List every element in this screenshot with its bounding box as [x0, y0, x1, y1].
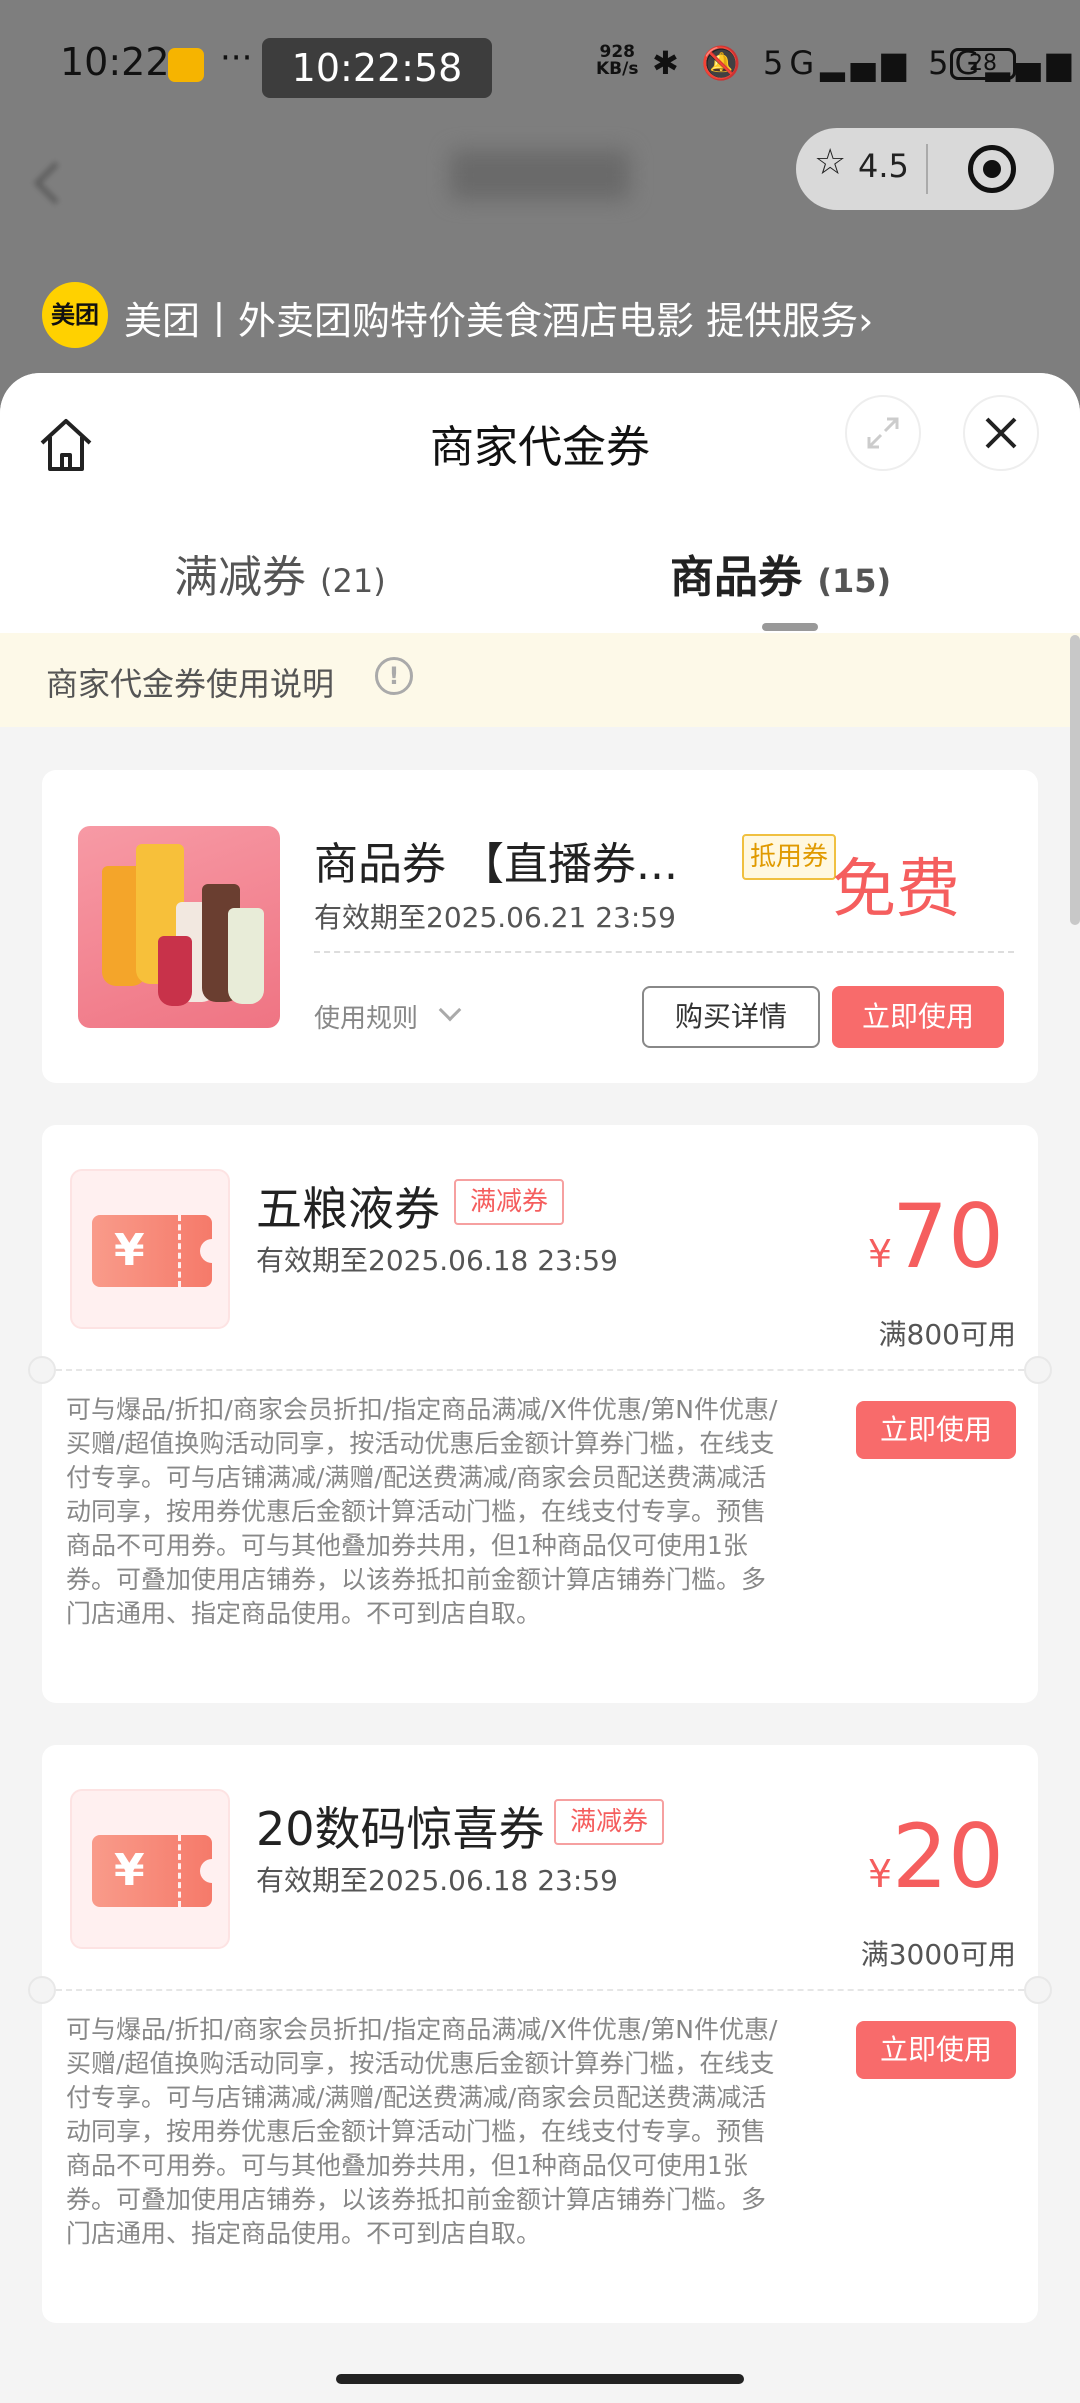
coupon-ticket-icon: ¥	[70, 1789, 230, 1949]
usage-notice[interactable]: 商家代金券使用说明 !	[0, 633, 1080, 727]
coupon-title: 20数码惊喜券	[256, 1802, 545, 1856]
tab-full-reduction[interactable]: 满减券 (21)	[174, 541, 386, 605]
tab-indicator	[762, 623, 818, 631]
info-icon[interactable]: !	[375, 657, 413, 695]
notes-app-icon	[168, 48, 204, 82]
home-indicator[interactable]	[336, 2374, 744, 2384]
coupon-type-badge: 满减券	[554, 1799, 665, 1845]
star-icon[interactable]: ☆	[814, 142, 846, 183]
battery-icon: 28	[950, 48, 1016, 80]
close-icon	[985, 417, 1017, 449]
coupon-card: ¥ 五粮液券 满减券 有效期至2025.06.18 23:59 ¥70 满800…	[28, 1125, 1052, 1703]
chevron-down-icon[interactable]	[438, 998, 462, 1022]
purchase-details-button[interactable]: 购买详情	[642, 986, 820, 1048]
close-button[interactable]	[963, 395, 1039, 471]
network-speed: 928 KB/s	[596, 42, 639, 79]
coupon-amount: ¥20	[867, 1805, 1004, 1908]
coupon-type-badge: 抵用券	[742, 834, 837, 880]
coupon-ticket-icon: ¥	[70, 1169, 230, 1329]
status-bar: 10:22 ··· 10:22:58 928 KB/s ✱ 🔕 5G▂▄▆ 5G…	[0, 0, 1080, 130]
close-miniprogram-icon[interactable]	[968, 145, 1016, 193]
coupon-description: 可与爆品/折扣/商家会员折扣/指定商品满减/X件优惠/第N件优惠/买赠/超值换购…	[66, 2015, 778, 2248]
blurred-page-title	[450, 150, 630, 200]
provider-text[interactable]: 美团丨外卖团购特价美食酒店电影 提供服务›	[124, 290, 873, 345]
tab-product-coupon[interactable]: 商品券 (15)	[670, 541, 891, 605]
coupon-condition: 满800可用	[878, 1318, 1016, 1351]
miniprogram-capsule: ☆ 4.5	[796, 128, 1054, 210]
more-notifications-icon: ···	[220, 38, 253, 78]
meituan-logo: 美团	[42, 282, 108, 348]
sheet-header: 商家代金券 满减券 (21) 商品券 (15)	[0, 373, 1080, 633]
usage-rules-toggle[interactable]: 使用规则	[314, 998, 418, 1035]
voucher-sheet: 商家代金券 满减券 (21) 商品券 (15) 商家代金券使用说明 ! 商品券 …	[0, 373, 1080, 2403]
coupon-validity: 有效期至2025.06.21 23:59	[314, 901, 676, 934]
coupon-validity: 有效期至2025.06.18 23:59	[256, 1244, 618, 1277]
use-now-button[interactable]: 立即使用	[856, 1401, 1016, 1459]
expand-button[interactable]	[845, 395, 921, 471]
clock-overlay: 10:22:58	[262, 38, 492, 98]
back-arrow-icon	[33, 161, 77, 205]
use-now-button[interactable]: 立即使用	[832, 986, 1004, 1048]
card-divider	[56, 1989, 1024, 1991]
coupon-validity: 有效期至2025.06.18 23:59	[256, 1864, 618, 1897]
card-divider	[56, 1369, 1024, 1371]
product-image[interactable]	[78, 826, 280, 1028]
capsule-divider	[926, 144, 928, 194]
coupon-condition: 满3000可用	[860, 1938, 1016, 1971]
coupon-title: 商品券 【直播券...	[314, 839, 678, 890]
coupon-amount: ¥70	[867, 1185, 1004, 1288]
card-divider	[314, 951, 1014, 953]
provider-bar[interactable]: 美团 美团丨外卖团购特价美食酒店电影 提供服务›	[0, 278, 1080, 358]
rating-value: 4.5	[858, 147, 909, 185]
expand-icon	[867, 417, 899, 449]
scrollbar[interactable]	[1070, 635, 1080, 925]
coupon-card: ¥ 20数码惊喜券 满减券 有效期至2025.06.18 23:59 ¥20 满…	[28, 1745, 1052, 2323]
coupon-description: 可与爆品/折扣/商家会员折扣/指定商品满减/X件优惠/第N件优惠/买赠/超值换购…	[66, 1395, 778, 1628]
coupon-title: 五粮液券	[256, 1182, 440, 1236]
coupon-price: 免费	[832, 853, 960, 927]
coupon-type-badge: 满减券	[454, 1179, 565, 1225]
notice-text: 商家代金券使用说明	[46, 665, 335, 703]
status-time: 10:22	[60, 40, 170, 84]
product-coupon-card: 商品券 【直播券... 抵用券 免费 有效期至2025.06.21 23:59 …	[42, 770, 1038, 1083]
use-now-button[interactable]: 立即使用	[856, 2021, 1016, 2079]
